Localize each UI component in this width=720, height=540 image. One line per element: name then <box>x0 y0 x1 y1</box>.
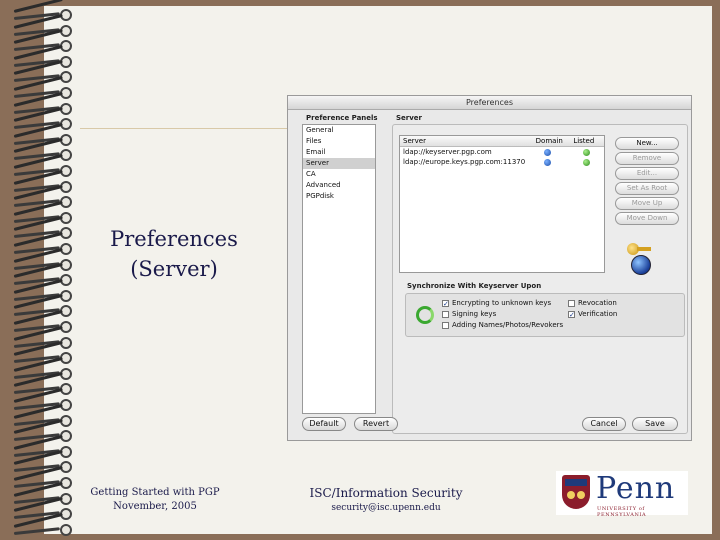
checkbox[interactable]: ✓ <box>568 311 575 319</box>
footer-org: ISC/Information Security <box>309 486 463 500</box>
checkbox[interactable] <box>442 322 449 329</box>
sync-option-revocation[interactable]: Revocation <box>568 299 617 308</box>
listed-status-icon <box>583 158 591 166</box>
move-up-button[interactable]: Move Up <box>615 197 679 210</box>
slide-title: Preferences (Server) <box>96 224 252 284</box>
sync-option-adding[interactable]: Adding Names/Photos/Revokers <box>442 321 563 330</box>
sync-option-verification[interactable]: ✓ Verification <box>568 310 617 319</box>
sync-options-group: ✓ Encrypting to unknown keys Signing key… <box>405 293 685 337</box>
server-header: Server <box>396 114 423 122</box>
spiral-coil-icon <box>10 512 80 539</box>
server-panel: Server Domain Listed ldap://keyserver.pg… <box>392 124 688 434</box>
listed-status-icon <box>583 148 591 156</box>
footer-course-title: Getting Started with PGP <box>90 487 220 498</box>
checkbox[interactable]: ✓ <box>442 300 449 308</box>
panel-item-email[interactable]: Email <box>303 147 375 158</box>
column-server[interactable]: Server <box>400 136 533 146</box>
panel-item-pgpdisk[interactable]: PGPdisk <box>303 191 375 202</box>
spiral-binding <box>0 0 90 540</box>
domain-globe-icon <box>543 158 551 166</box>
revert-button[interactable]: Revert <box>354 417 398 431</box>
column-listed[interactable]: Listed <box>570 136 604 146</box>
set-as-root-button[interactable]: Set As Root <box>615 182 679 195</box>
new-button[interactable]: New... <box>615 137 679 150</box>
server-url: ldap://europe.keys.pgp.com:11370 <box>403 158 526 166</box>
server-button-stack: New... Remove Edit... Set As Root Move U… <box>615 137 679 227</box>
window-title[interactable]: Preferences <box>288 96 691 110</box>
footer-email[interactable]: security@isc.upenn.edu <box>300 501 472 515</box>
sync-option-signing[interactable]: Signing keys <box>442 310 496 319</box>
checkbox[interactable] <box>568 300 575 307</box>
penn-subtitle: UNIVERSITY of PENNSYLVANIA <box>597 506 647 518</box>
remove-button[interactable]: Remove <box>615 152 679 165</box>
panel-item-files[interactable]: Files <box>303 136 375 147</box>
sync-label: Synchronize With Keyserver Upon <box>407 282 542 290</box>
server-table[interactable]: Server Domain Listed ldap://keyserver.pg… <box>399 135 605 273</box>
move-down-button[interactable]: Move Down <box>615 212 679 225</box>
panel-item-general[interactable]: General <box>303 125 375 136</box>
slide-title-line2: (Server) <box>130 257 218 281</box>
checkbox[interactable] <box>442 311 449 318</box>
preference-panel-list[interactable]: General Files Email Server CA Advanced P… <box>302 124 376 414</box>
table-header: Server Domain Listed <box>400 136 604 147</box>
save-button[interactable]: Save <box>632 417 678 431</box>
sync-option-encrypting[interactable]: ✓ Encrypting to unknown keys <box>442 299 551 308</box>
table-row[interactable]: ldap://europe.keys.pgp.com:11370 <box>400 157 604 167</box>
domain-globe-icon <box>543 148 551 156</box>
panel-item-ca[interactable]: CA <box>303 169 375 180</box>
panel-item-server[interactable]: Server <box>303 158 375 169</box>
panel-item-advanced[interactable]: Advanced <box>303 180 375 191</box>
panels-header: Preference Panels <box>306 114 378 122</box>
globe-icon <box>631 255 651 275</box>
penn-logo: Penn UNIVERSITY of PENNSYLVANIA <box>556 471 688 518</box>
server-url: ldap://keyserver.pgp.com <box>403 148 492 156</box>
sync-icon <box>416 306 434 324</box>
footer-date: November, 2005 <box>113 501 197 512</box>
preferences-window: Preferences Preference Panels Server Gen… <box>287 95 692 441</box>
default-button[interactable]: Default <box>302 417 346 431</box>
cancel-button[interactable]: Cancel <box>582 417 626 431</box>
footer-left: Getting Started with PGP November, 2005 <box>72 486 238 514</box>
footer-center: ISC/Information Security security@isc.up… <box>300 485 472 515</box>
slide-title-line1: Preferences <box>110 227 238 251</box>
slide-rule <box>80 128 290 129</box>
penn-shield-icon <box>562 475 590 509</box>
column-domain[interactable]: Domain <box>533 136 571 146</box>
edit-button[interactable]: Edit... <box>615 167 679 180</box>
table-row[interactable]: ldap://keyserver.pgp.com <box>400 147 604 157</box>
penn-wordmark: Penn <box>596 471 676 506</box>
